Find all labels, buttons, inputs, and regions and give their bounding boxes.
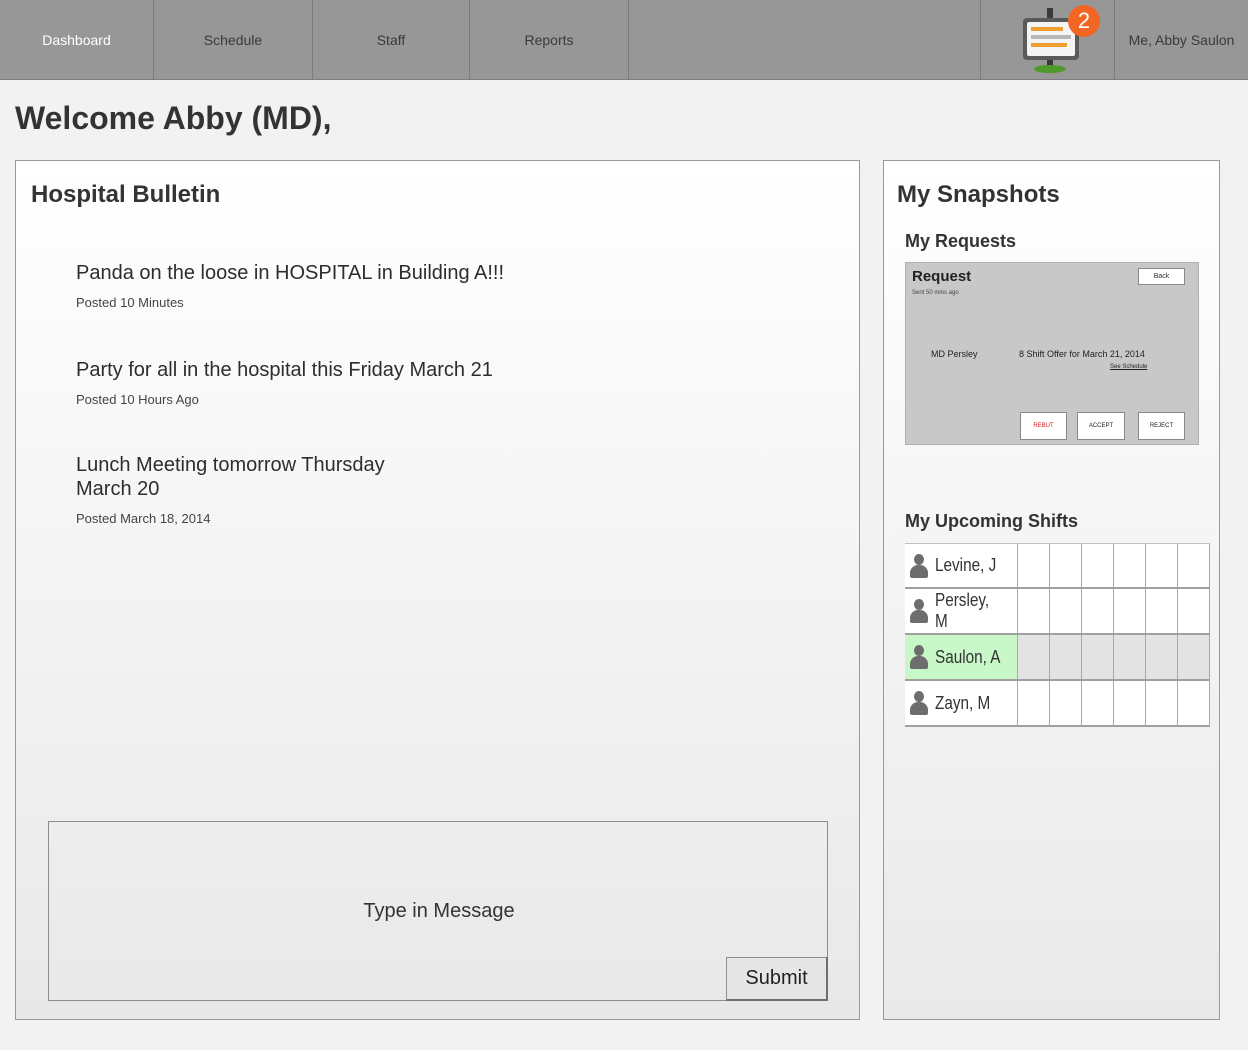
shift-cell[interactable] [1082, 544, 1114, 587]
shift-cell[interactable] [1082, 681, 1114, 725]
request-from: MD Persley [931, 349, 978, 359]
submit-button[interactable]: Submit [726, 957, 828, 1001]
nav-schedule[interactable]: Schedule [154, 0, 313, 79]
nav-staff[interactable]: Staff [313, 0, 470, 79]
post-meta: Posted 10 Hours Ago [76, 392, 199, 407]
back-button[interactable]: Back [1138, 268, 1185, 285]
staff-name-label: Saulon, A [935, 646, 1001, 667]
shift-row-current-user: Saulon, A [905, 635, 1210, 681]
shift-cell[interactable] [1178, 635, 1210, 679]
post-meta: Posted 10 Minutes [76, 295, 184, 310]
accept-button[interactable]: ACCEPT [1077, 412, 1125, 440]
shift-cell[interactable] [1178, 589, 1210, 633]
shift-cell[interactable] [1114, 681, 1146, 725]
shift-staff-name[interactable]: Levine, J [905, 544, 1018, 587]
request-card: Request Sent 50 mins ago Back MD Persley… [905, 262, 1199, 445]
person-icon [910, 645, 928, 669]
shift-cell[interactable] [1018, 635, 1050, 679]
shift-cell[interactable] [1114, 589, 1146, 633]
shift-cell[interactable] [1114, 544, 1146, 587]
shift-cell[interactable] [1146, 544, 1178, 587]
hospital-bulletin-panel: Hospital Bulletin Panda on the loose in … [15, 160, 860, 1020]
notifications-button[interactable]: 2 [980, 0, 1115, 79]
notification-count: 2 [1077, 8, 1091, 33]
page-title: Welcome Abby (MD), [15, 100, 332, 136]
staff-name-label: Zayn, M [935, 692, 991, 713]
shift-cell[interactable] [1050, 544, 1082, 587]
shift-cell[interactable] [1050, 635, 1082, 679]
shift-cell[interactable] [1082, 589, 1114, 633]
message-placeholder: Type in Message [363, 900, 515, 922]
snapshots-title: My Snapshots [897, 181, 1060, 208]
post-title: Panda on the loose in HOSPITAL in Buildi… [76, 262, 505, 284]
upcoming-shifts-title: My Upcoming Shifts [905, 511, 1079, 531]
staff-name-label: Levine, J [935, 555, 997, 575]
upcoming-shifts-grid: Levine, J Persley, M Saulon, A Zayn, M [905, 543, 1210, 727]
post-title: Party for all in the hospital this Frida… [76, 359, 493, 381]
shift-cell[interactable] [1178, 544, 1210, 587]
top-navbar: Dashboard Schedule Staff Reports 2 Me, A… [0, 0, 1248, 80]
shift-cell[interactable] [1178, 681, 1210, 725]
staff-name-label: Persley, M [935, 590, 990, 631]
bulletin-title: Hospital Bulletin [31, 181, 221, 208]
shift-row: Levine, J [905, 543, 1210, 589]
shift-cell[interactable] [1082, 635, 1114, 679]
shift-cell[interactable] [1018, 589, 1050, 633]
bulletin-post[interactable]: Lunch Meeting tomorrow Thursday March 20… [76, 453, 416, 526]
shift-cell[interactable] [1018, 681, 1050, 725]
person-icon [910, 599, 928, 623]
shift-cell[interactable] [1050, 681, 1082, 725]
shift-cell[interactable] [1114, 635, 1146, 679]
reject-button[interactable]: REJECT [1138, 412, 1185, 440]
shift-staff-name[interactable]: Persley, M [905, 589, 1018, 633]
message-input[interactable]: Type in Message Submit [48, 821, 828, 1001]
person-icon [910, 691, 928, 715]
shift-row: Persley, M [905, 589, 1210, 635]
shift-cell[interactable] [1050, 589, 1082, 633]
see-schedule-link[interactable]: See Schedule [1110, 364, 1147, 370]
post-title: Lunch Meeting tomorrow Thursday March 20 [76, 454, 385, 500]
shift-cell[interactable] [1018, 544, 1050, 587]
my-snapshots-panel: My Snapshots My Requests Request Sent 50… [883, 160, 1220, 1020]
post-meta: Posted March 18, 2014 [76, 511, 211, 526]
bulletin-post[interactable]: Panda on the loose in HOSPITAL in Buildi… [76, 261, 536, 310]
nav-dashboard[interactable]: Dashboard [0, 0, 154, 79]
request-offer: 8 Shift Offer for March 21, 2014 [1019, 349, 1145, 359]
requests-title: My Requests [905, 231, 1017, 251]
shift-row: Zayn, M [905, 681, 1210, 727]
user-menu[interactable]: Me, Abby Saulon [1115, 0, 1248, 79]
shift-cell[interactable] [1146, 635, 1178, 679]
shift-cell[interactable] [1146, 681, 1178, 725]
shift-cell[interactable] [1146, 589, 1178, 633]
nav-reports[interactable]: Reports [470, 0, 629, 79]
bulletin-post[interactable]: Party for all in the hospital this Frida… [76, 358, 536, 407]
shift-staff-name[interactable]: Zayn, M [905, 681, 1018, 725]
rebut-button[interactable]: REBUT [1020, 412, 1067, 440]
person-icon [910, 553, 928, 578]
request-title: Request [912, 268, 972, 285]
shift-staff-name[interactable]: Saulon, A [905, 635, 1018, 679]
request-sent-time: Sent 50 mins ago [912, 290, 959, 296]
